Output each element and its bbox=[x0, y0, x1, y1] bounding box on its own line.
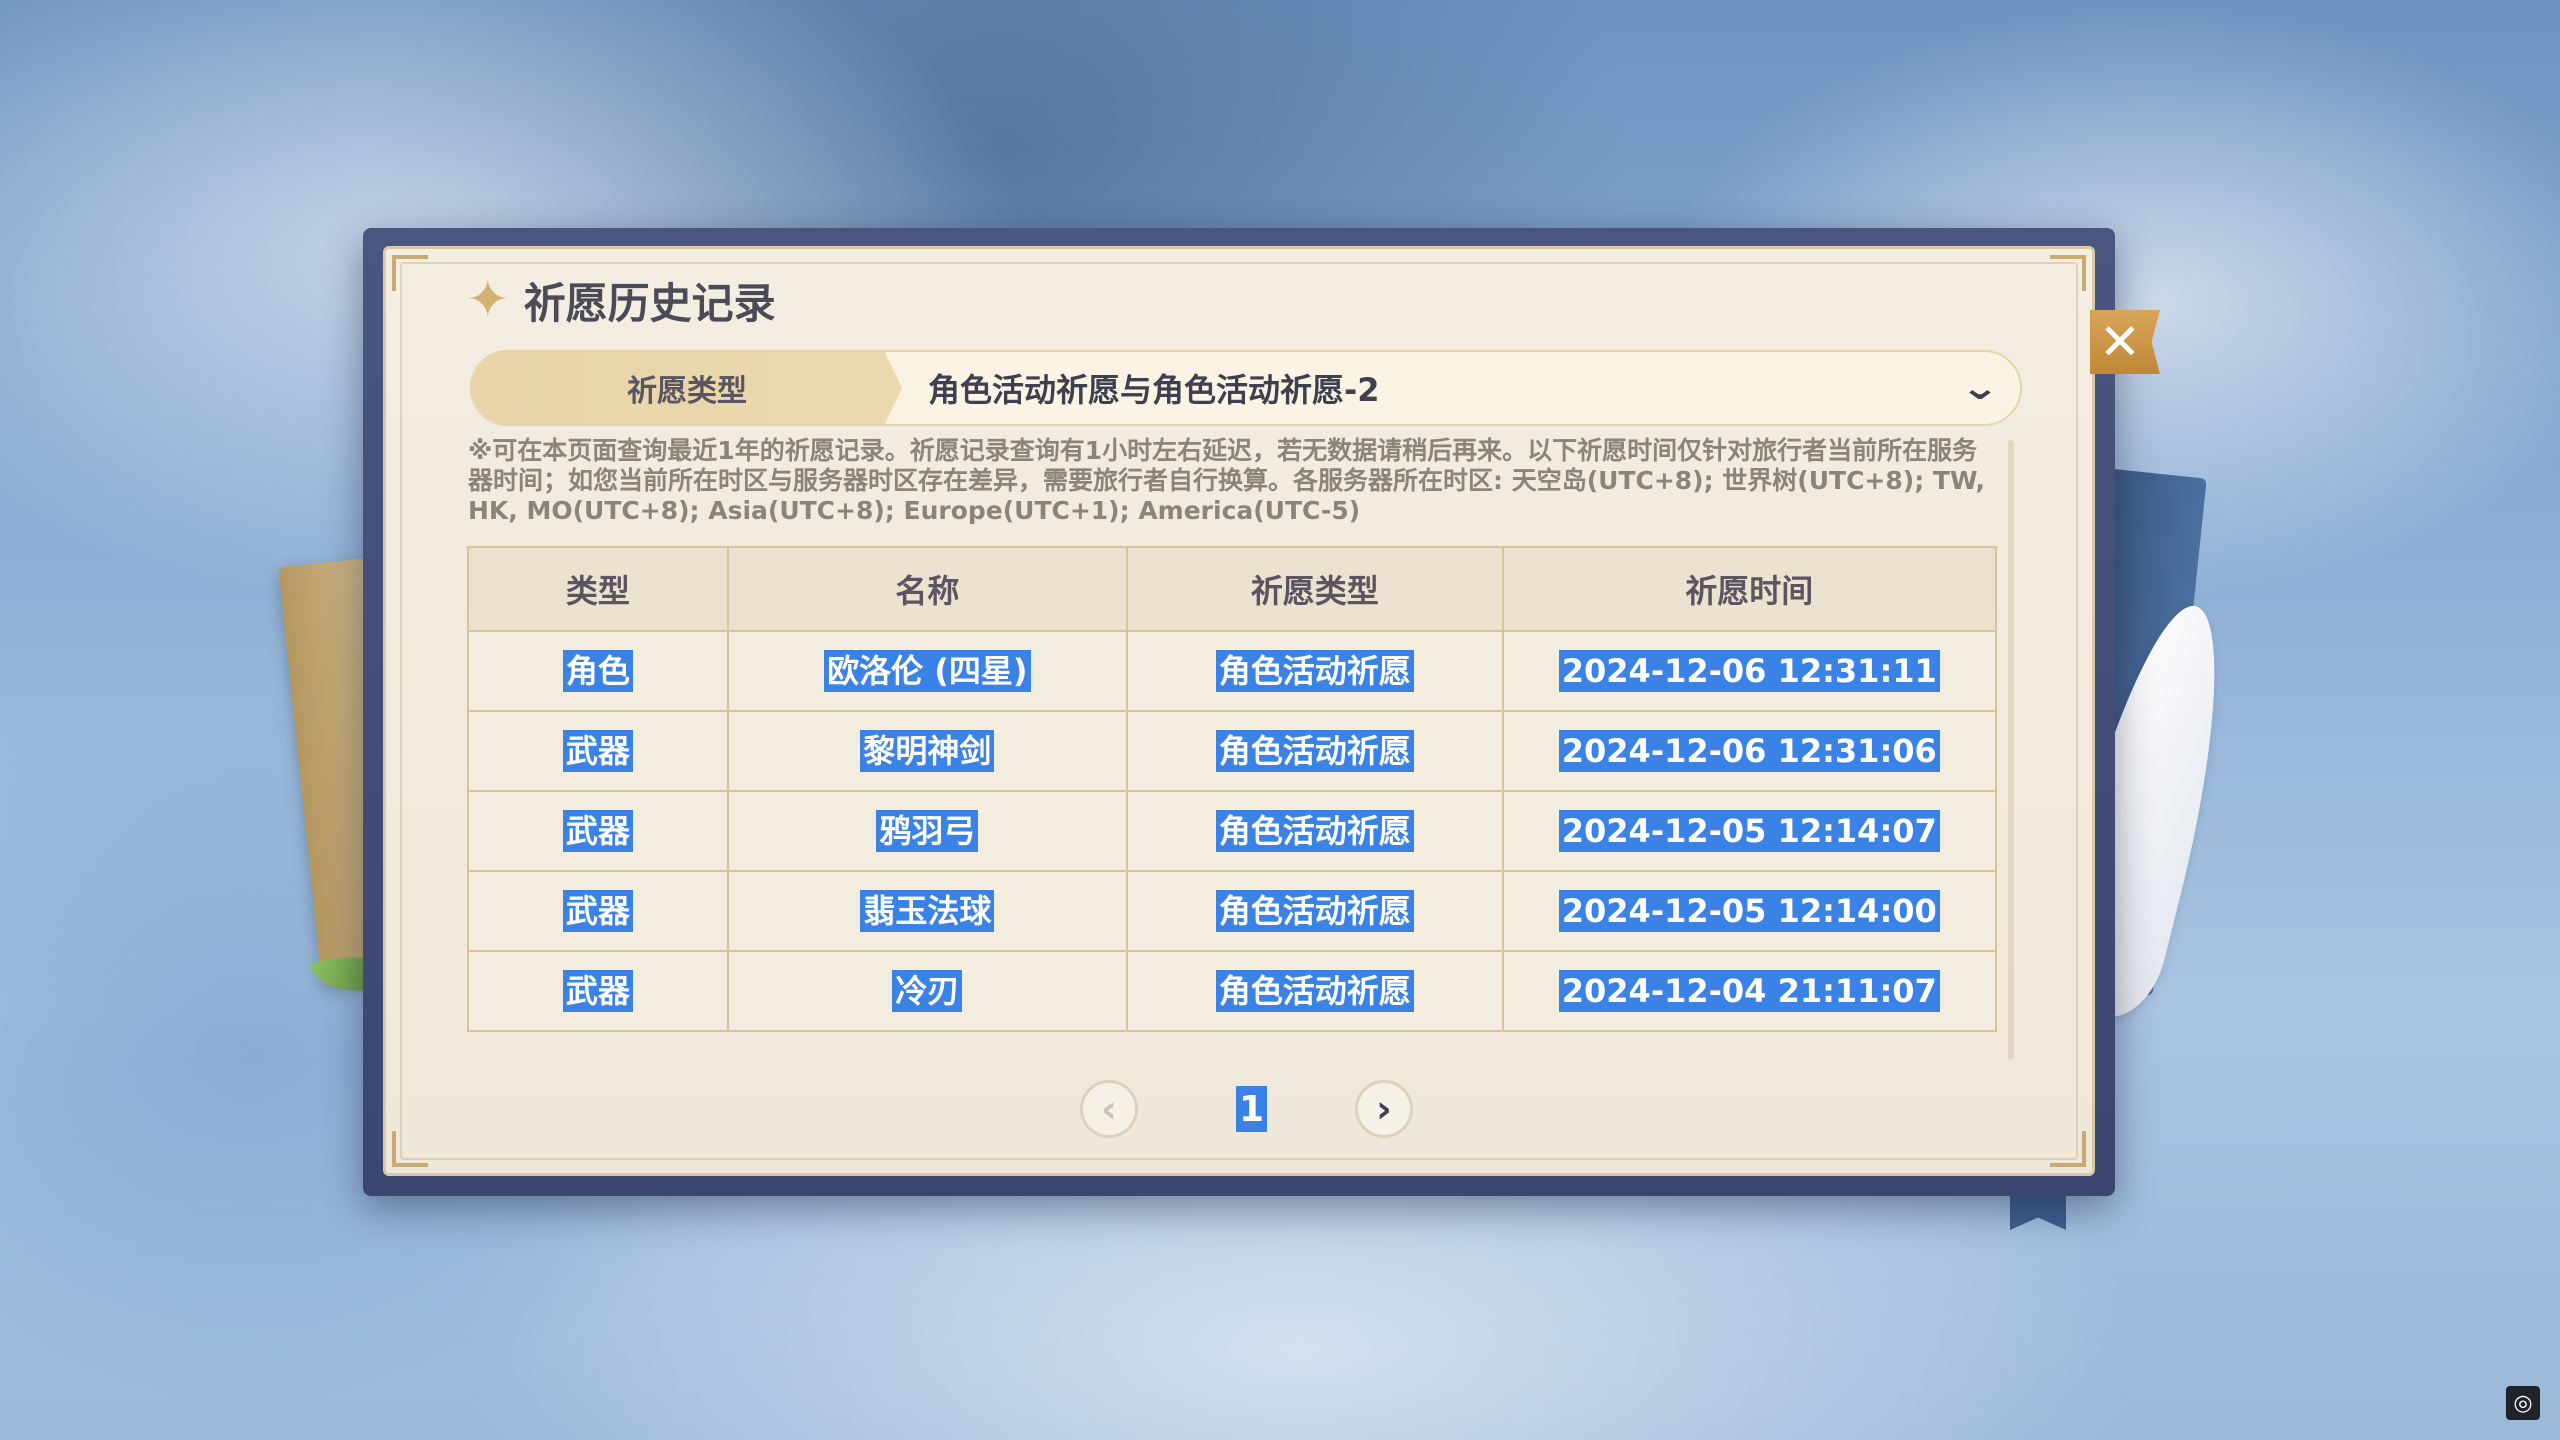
cell-type-text: 角色 bbox=[562, 650, 633, 692]
table-row: 武器 冷刃 角色活动祈愿 2024-12-04 21:11:07 bbox=[467, 950, 1998, 1032]
table-row: 武器 鸦羽弓 角色活动祈愿 2024-12-05 12:14:07 bbox=[467, 790, 1998, 872]
cell-wish-time: 2024-12-05 12:14:07 bbox=[1501, 790, 1998, 872]
cell-type: 武器 bbox=[467, 790, 729, 872]
cell-type-text: 武器 bbox=[562, 730, 633, 772]
cell-wish-type-text: 角色活动祈愿 bbox=[1215, 730, 1414, 772]
cell-type-text: 武器 bbox=[562, 970, 633, 1012]
cell-wish-time: 2024-12-06 12:31:11 bbox=[1501, 630, 1998, 712]
corner-ornament bbox=[2050, 1131, 2086, 1167]
corner-ornament bbox=[392, 255, 428, 291]
previous-page-button[interactable]: ‹ bbox=[1080, 1080, 1138, 1138]
cell-type: 武器 bbox=[467, 870, 729, 952]
corner-ornament bbox=[2050, 255, 2086, 291]
chevron-down-icon[interactable]: ⌄ bbox=[1924, 368, 2020, 408]
current-page-number: 1 bbox=[1236, 1086, 1268, 1132]
cell-name: 欧洛伦 (四星) bbox=[726, 630, 1129, 712]
chevron-left-icon: ‹ bbox=[1101, 1087, 1117, 1131]
page-title: 祈愿历史记录 bbox=[523, 278, 776, 328]
cell-wish-time-text: 2024-12-05 12:14:07 bbox=[1558, 810, 1940, 852]
wish-type-selector[interactable]: 祈愿类型 角色活动祈愿与角色活动祈愿-2 ⌄ bbox=[470, 350, 2022, 426]
cell-type: 武器 bbox=[467, 710, 729, 792]
cell-type: 角色 bbox=[467, 630, 729, 712]
cell-name-text: 冷刃 bbox=[892, 970, 963, 1012]
table-row: 武器 翡玉法球 角色活动祈愿 2024-12-05 12:14:00 bbox=[467, 870, 1998, 952]
cell-wish-time: 2024-12-06 12:31:06 bbox=[1501, 710, 1998, 792]
cell-wish-type: 角色活动祈愿 bbox=[1126, 710, 1504, 792]
cell-wish-type: 角色活动祈愿 bbox=[1126, 790, 1504, 872]
wish-history-table: 类型 名称 祈愿类型 祈愿时间 角色 欧洛伦 (四星) 角色活动祈愿 2024-… bbox=[467, 546, 1998, 1032]
cell-name: 翡玉法球 bbox=[726, 870, 1129, 952]
cell-type: 武器 bbox=[467, 950, 729, 1032]
cell-wish-type-text: 角色活动祈愿 bbox=[1215, 890, 1414, 932]
column-header-type: 类型 bbox=[467, 546, 729, 632]
cell-wish-type: 角色活动祈愿 bbox=[1126, 950, 1504, 1032]
close-icon: ✕ bbox=[2099, 313, 2141, 371]
cell-name-text: 欧洛伦 (四星) bbox=[824, 650, 1031, 692]
cell-wish-time: 2024-12-05 12:14:00 bbox=[1501, 870, 1998, 952]
cell-name-text: 鸦羽弓 bbox=[876, 810, 979, 852]
notice-text: ※可在本页面查询最近1年的祈愿记录。祈愿记录查询有1小时左右延迟，若无数据请稍后… bbox=[468, 436, 1985, 525]
cell-wish-type-text: 角色活动祈愿 bbox=[1215, 810, 1414, 852]
cell-wish-time-text: 2024-12-04 21:11:07 bbox=[1558, 970, 1940, 1012]
cell-wish-time-text: 2024-12-05 12:14:00 bbox=[1558, 890, 1940, 932]
cell-wish-time: 2024-12-04 21:11:07 bbox=[1501, 950, 1998, 1032]
sparkle-icon: ✦ bbox=[466, 270, 510, 330]
table-row: 武器 黎明神剑 角色活动祈愿 2024-12-06 12:31:06 bbox=[467, 710, 1998, 792]
wish-type-value[interactable]: 角色活动祈愿与角色活动祈愿-2 bbox=[902, 365, 1940, 411]
cell-name-text: 翡玉法球 bbox=[860, 890, 995, 932]
cell-name-text: 黎明神剑 bbox=[860, 730, 995, 772]
next-page-button[interactable]: › bbox=[1355, 1080, 1413, 1138]
column-header-wish-time: 祈愿时间 bbox=[1501, 546, 1998, 632]
cell-wish-type-text: 角色活动祈愿 bbox=[1215, 970, 1414, 1012]
target-icon[interactable]: ◎ bbox=[2506, 1386, 2540, 1420]
cell-type-text: 武器 bbox=[562, 890, 633, 932]
cell-wish-type-text: 角色活动祈愿 bbox=[1215, 650, 1414, 692]
close-button[interactable]: ✕ bbox=[2090, 310, 2160, 374]
table-row: 角色 欧洛伦 (四星) 角色活动祈愿 2024-12-06 12:31:11 bbox=[467, 630, 1998, 712]
cell-wish-type: 角色活动祈愿 bbox=[1126, 870, 1504, 952]
table-header-row: 类型 名称 祈愿类型 祈愿时间 bbox=[467, 546, 1998, 632]
wish-type-label: 祈愿类型 bbox=[472, 352, 902, 424]
cell-name: 黎明神剑 bbox=[726, 710, 1129, 792]
cell-type-text: 武器 bbox=[562, 810, 633, 852]
cell-name: 冷刃 bbox=[726, 950, 1129, 1032]
column-header-name: 名称 bbox=[726, 546, 1129, 632]
cell-wish-time-text: 2024-12-06 12:31:06 bbox=[1558, 730, 1940, 772]
title-bar: ✦ 祈愿历史记录 bbox=[466, 268, 776, 332]
scrollbar[interactable] bbox=[2008, 440, 2014, 1060]
cell-wish-time-text: 2024-12-06 12:31:11 bbox=[1558, 650, 1940, 692]
corner-ornament bbox=[392, 1131, 428, 1167]
cell-name: 鸦羽弓 bbox=[726, 790, 1129, 872]
cell-wish-type: 角色活动祈愿 bbox=[1126, 630, 1504, 712]
column-header-wish-type: 祈愿类型 bbox=[1126, 546, 1504, 632]
chevron-right-icon: › bbox=[1376, 1087, 1392, 1131]
